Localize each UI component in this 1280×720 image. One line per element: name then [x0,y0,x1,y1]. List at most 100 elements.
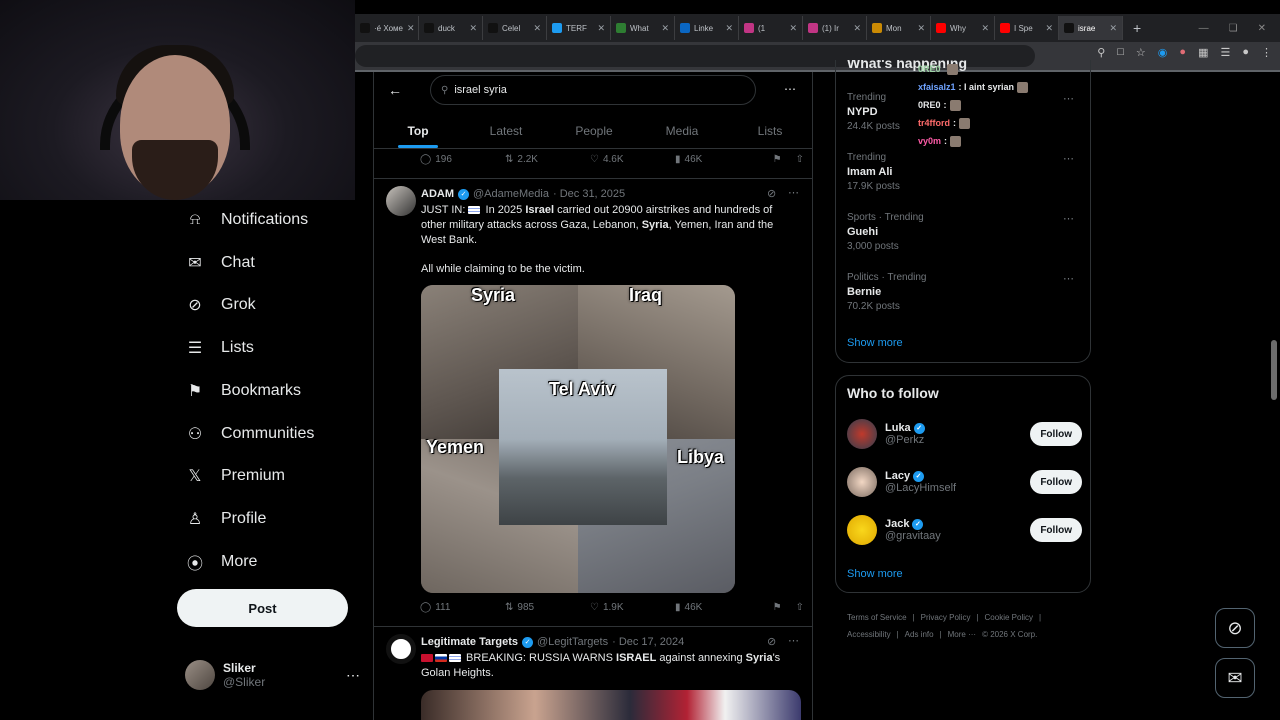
share-icon[interactable]: ⇧ [796,154,804,165]
browser-tab[interactable]: (1) Ir ✕ [803,16,867,40]
grok-icon[interactable]: ⊘ [767,635,776,648]
kebab-menu-icon[interactable]: ⋮ [1261,46,1272,59]
follow-suggestion[interactable]: Jack ✓ @gravitaay Follow [847,510,1082,550]
close-tab-icon[interactable]: ✕ [597,23,605,34]
close-tab-icon[interactable]: ✕ [725,23,733,34]
media-icon[interactable]: ☰ [1220,46,1230,59]
tweet-date[interactable]: · Dec 31, 2025 [553,188,625,200]
tweet[interactable]: ADAM ✓ @AdameMedia · Dec 31, 2025 ⊘ ⋯ JU… [374,178,812,626]
close-window-icon[interactable]: ✕ [1258,23,1266,34]
browser-tab[interactable]: Celel ✕ [483,16,547,40]
search-input[interactable] [454,84,725,96]
follow-button[interactable]: Follow [1030,518,1082,542]
trend-item[interactable]: Politics · Trending Bernie 70.2K posts ⋯ [847,272,1082,312]
nav-item-chat[interactable]: ✉ Chat [185,243,255,283]
close-tab-icon[interactable]: ✕ [533,23,541,34]
browser-tab[interactable]: Mon ✕ [867,16,931,40]
search-box[interactable]: ⚲ [430,75,756,105]
browser-tab[interactable]: What ✕ [611,16,675,40]
extension-icon[interactable]: ● [1179,46,1186,59]
nav-item-grok[interactable]: ⊘ Grok [185,285,255,325]
close-tab-icon[interactable]: ✕ [789,23,797,34]
more-icon[interactable]: ⋯ [1063,212,1074,225]
repost-button[interactable]: ⇅ 985 [505,602,590,613]
more-icon[interactable]: ⋯ [1063,92,1074,105]
new-tab-button[interactable]: + [1133,20,1141,36]
restore-icon[interactable]: ❏ [1229,23,1238,34]
close-tab-icon[interactable]: ✕ [661,23,669,34]
extension-icon[interactable]: ◉ [1158,46,1168,59]
footer-link[interactable]: Accessibility [847,630,891,639]
post-button[interactable]: Post [177,589,348,627]
tweet-author-name[interactable]: Legitimate Targets [421,636,518,648]
close-tab-icon[interactable]: ✕ [1109,23,1117,34]
tweet-author-handle[interactable]: @LegitTargets [537,636,608,648]
views-button[interactable]: ▮ 46K [675,602,760,613]
repost-button[interactable]: ⇅ 2.2K [505,154,590,165]
like-button[interactable]: ♡ 4.6K [590,154,675,165]
more-icon[interactable]: ⋯ [346,667,360,684]
footer-link[interactable]: © 2026 X Corp. [982,630,1037,639]
nav-item-premium[interactable]: 𝕏 Premium [185,456,285,496]
messages-floating-button[interactable]: ✉ [1215,658,1255,698]
close-tab-icon[interactable]: ✕ [853,23,861,34]
minimize-icon[interactable]: — [1199,23,1209,34]
trends-show-more-link[interactable]: Show more [847,337,903,349]
scrollbar[interactable] [1271,340,1277,400]
tweet-image[interactable]: Syria Iraq Tel Aviv Yemen Libya [421,285,735,593]
nav-item-more[interactable]: ⦿ More [185,542,257,582]
close-tab-icon[interactable]: ✕ [1045,23,1053,34]
tweet-author-handle[interactable]: @AdameMedia [473,188,549,200]
grok-icon[interactable]: ⊘ [767,187,776,200]
footer-link[interactable]: More ··· [948,630,976,639]
close-tab-icon[interactable]: ✕ [981,23,989,34]
browser-tab[interactable]: israe ✕ [1059,16,1123,40]
account-switcher[interactable]: Sliker @Sliker ⋯ [185,656,360,694]
browser-tab[interactable]: ·é Хоме ✕ [355,16,419,40]
nav-item-lists[interactable]: ☰ Lists [185,328,254,368]
views-button[interactable]: ▮ 46K [675,154,760,165]
tab-media[interactable]: Media [638,114,726,148]
browser-tab[interactable]: (1 ✕ [739,16,803,40]
zoom-icon[interactable]: ⚲ [1097,46,1105,59]
nav-item-profile[interactable]: ♙ Profile [185,499,267,539]
close-tab-icon[interactable]: ✕ [407,23,415,34]
more-icon[interactable]: ⋯ [1063,152,1074,165]
tweet[interactable]: Legitimate Targets ✓ @LegitTargets · Dec… [374,626,812,720]
trend-item[interactable]: Trending Imam Ali 17.9K posts ⋯ [847,152,1082,192]
follow-button[interactable]: Follow [1030,470,1082,494]
tab-people[interactable]: People [550,114,638,148]
nav-item-communities[interactable]: ⚇ Communities [185,414,315,454]
follow-button[interactable]: Follow [1030,422,1082,446]
who-to-follow-show-more-link[interactable]: Show more [847,568,903,580]
back-arrow-icon[interactable]: ← [388,82,402,98]
puzzle-icon[interactable]: ▦ [1198,46,1208,59]
cast-icon[interactable]: □ [1117,46,1124,59]
tab-latest[interactable]: Latest [462,114,550,148]
like-button[interactable]: ♡ 1.9K [590,602,675,613]
browser-tab[interactable]: Linke ✕ [675,16,739,40]
more-icon[interactable]: ⋯ [788,186,799,199]
share-icon[interactable]: ⇧ [796,602,804,613]
tweet-date[interactable]: · Dec 17, 2024 [612,636,684,648]
tab-top[interactable]: Top [374,114,462,148]
grok-floating-button[interactable]: ⊘ [1215,608,1255,648]
browser-tab[interactable]: I Spe ✕ [995,16,1059,40]
nav-item-bookmarks[interactable]: ⚑ Bookmarks [185,371,301,411]
follow-suggestion[interactable]: Lacy ✓ @LacyHimself Follow [847,462,1082,502]
footer-link[interactable]: Ads info [905,630,934,639]
browser-tab[interactable]: TERF ✕ [547,16,611,40]
reply-button[interactable]: ◯ 111 [420,602,505,613]
nav-item-notifications[interactable]: ⍾ Notifications [185,200,308,240]
more-icon[interactable]: ⋯ [784,82,796,96]
tweet-author-name[interactable]: ADAM [421,188,454,200]
more-icon[interactable]: ⋯ [788,634,799,647]
star-icon[interactable]: ☆ [1136,46,1146,59]
bookmark-icon[interactable]: ⚑ [773,602,782,613]
profile-icon[interactable]: ● [1242,46,1249,59]
reply-button[interactable]: ◯ 196 [420,154,505,165]
browser-tab[interactable]: Why ✕ [931,16,995,40]
browser-tab[interactable]: duck ✕ [419,16,483,40]
bookmark-icon[interactable]: ⚑ [773,154,782,165]
footer-link[interactable]: Cookie Policy [985,613,1033,622]
